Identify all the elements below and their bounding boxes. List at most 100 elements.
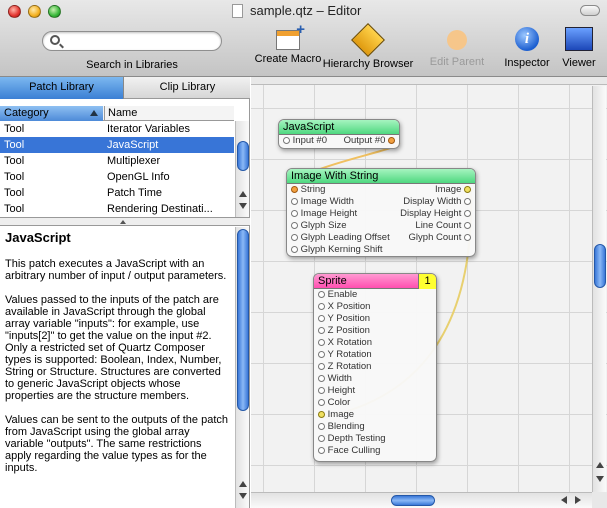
port-label: Enable <box>327 289 358 300</box>
column-header-name[interactable]: Name <box>104 106 137 121</box>
toolbar-toggle-button[interactable] <box>580 5 600 16</box>
row-name: OpenGL Info <box>107 171 170 183</box>
scroll-up-icon[interactable] <box>239 481 247 487</box>
scroll-right-icon[interactable] <box>575 496 581 504</box>
patch-title-text: Sprite <box>318 275 347 287</box>
input-port[interactable] <box>318 375 325 382</box>
input-port[interactable] <box>291 210 298 217</box>
library-table-header: Category Name <box>0 106 234 121</box>
zoom-button[interactable] <box>48 5 61 18</box>
scroll-up-icon[interactable] <box>239 191 247 197</box>
search-label: Search in Libraries <box>86 59 178 71</box>
resize-grip-icon[interactable] <box>592 492 607 508</box>
edit-parent-icon <box>447 30 467 50</box>
column-header-category[interactable]: Category <box>0 106 103 121</box>
table-row-selected[interactable]: Tool JavaScript <box>0 137 234 153</box>
input-port[interactable] <box>318 399 325 406</box>
row-name: JavaScript <box>107 139 159 151</box>
table-row[interactable]: Tool OpenGL Info <box>0 169 234 185</box>
input-port[interactable] <box>318 339 325 346</box>
scroll-down-icon[interactable] <box>239 203 247 209</box>
description-scrollbar[interactable] <box>235 227 249 508</box>
close-button[interactable] <box>8 5 21 18</box>
edit-parent-label: Edit Parent <box>429 56 485 68</box>
input-port[interactable] <box>318 411 325 418</box>
canvas-horizontal-scrollbar[interactable] <box>251 492 592 508</box>
patch-image-with-string[interactable]: Image With String String Image Image Widt… <box>286 168 476 257</box>
library-scrollbar[interactable] <box>235 121 249 217</box>
port-label: Display Width <box>403 196 462 207</box>
viewer-label: Viewer <box>562 57 596 69</box>
scroll-up-icon[interactable] <box>596 462 604 468</box>
input-port[interactable] <box>291 222 298 229</box>
row-category: Tool <box>4 139 25 151</box>
scroll-left-icon[interactable] <box>561 496 567 504</box>
canvas-vertical-scrollbar[interactable] <box>592 86 606 492</box>
port-label: Line Count <box>415 220 462 231</box>
table-row[interactable]: Tool Iterator Variables <box>0 121 234 137</box>
input-port[interactable] <box>318 435 325 442</box>
row-category: Tool <box>4 187 25 199</box>
scroll-thumb[interactable] <box>391 495 435 506</box>
scroll-down-icon[interactable] <box>596 476 604 482</box>
scroll-thumb[interactable] <box>237 141 249 171</box>
table-row[interactable]: Tool Patch Time <box>0 185 234 201</box>
input-port[interactable] <box>283 137 290 144</box>
output-port[interactable] <box>464 234 471 241</box>
scroll-down-icon[interactable] <box>239 493 247 499</box>
output-port[interactable] <box>388 137 395 144</box>
patch-javascript[interactable]: JavaScript Input #0 Output #0 <box>278 119 400 149</box>
input-port[interactable] <box>291 186 298 193</box>
search-icon <box>50 35 60 45</box>
input-port[interactable] <box>291 246 298 253</box>
hierarchy-browser-label: Hierarchy Browser <box>322 58 414 70</box>
scroll-thumb[interactable] <box>237 229 249 411</box>
output-port[interactable] <box>464 186 471 193</box>
port-label: Glyph Leading Offset <box>300 232 390 243</box>
tab-patch-library[interactable]: Patch Library <box>0 77 124 99</box>
input-port[interactable] <box>318 351 325 358</box>
port-label: Image <box>327 409 355 420</box>
input-port[interactable] <box>318 315 325 322</box>
output-port[interactable] <box>464 210 471 217</box>
output-port[interactable] <box>464 198 471 205</box>
scroll-thumb[interactable] <box>594 244 606 288</box>
port-label: Width <box>327 373 352 384</box>
input-port[interactable] <box>318 327 325 334</box>
input-port[interactable] <box>318 447 325 454</box>
row-name: Multiplexer <box>107 155 161 167</box>
input-port[interactable] <box>291 198 298 205</box>
split-view-divider[interactable] <box>0 217 250 226</box>
input-port[interactable] <box>291 234 298 241</box>
tab-clip-library[interactable]: Clip Library <box>125 77 250 99</box>
table-row[interactable]: Tool Multiplexer <box>0 153 234 169</box>
input-port[interactable] <box>318 387 325 394</box>
port-label: X Rotation <box>327 337 373 348</box>
edit-parent-button[interactable]: Edit Parent <box>422 27 492 68</box>
input-port[interactable] <box>318 423 325 430</box>
input-port[interactable] <box>318 363 325 370</box>
library-search-input[interactable] <box>42 31 222 51</box>
port-label: Y Rotation <box>327 349 372 360</box>
editor-canvas[interactable]: JavaScript Input #0 Output #0 Image With… <box>251 77 607 508</box>
input-port[interactable] <box>318 303 325 310</box>
inspector-button[interactable]: i Inspector <box>497 27 557 69</box>
input-port[interactable] <box>318 291 325 298</box>
viewer-icon <box>565 27 593 51</box>
port-label: Display Height <box>400 208 462 219</box>
library-tabs: Patch Library Clip Library <box>0 77 250 99</box>
port-label: X Position <box>327 301 371 312</box>
port-label: Y Position <box>327 313 371 324</box>
viewer-button[interactable]: Viewer <box>555 27 603 69</box>
hierarchy-browser-icon <box>351 23 385 57</box>
hierarchy-browser-button[interactable]: Hierarchy Browser <box>318 23 418 70</box>
editor-window: sample.qtz – Editor Search in Libraries … <box>0 0 607 508</box>
minimize-button[interactable] <box>28 5 41 18</box>
row-category: Tool <box>4 171 25 183</box>
output-port[interactable] <box>464 222 471 229</box>
create-macro-icon <box>276 21 305 50</box>
port-label: String <box>300 184 326 195</box>
table-row[interactable]: Tool Rendering Destinati... <box>0 201 234 217</box>
patch-sprite[interactable]: Sprite 1 Enable X Position Y Position Z P… <box>313 273 437 462</box>
title-toolbar: sample.qtz – Editor Search in Libraries … <box>0 0 607 77</box>
